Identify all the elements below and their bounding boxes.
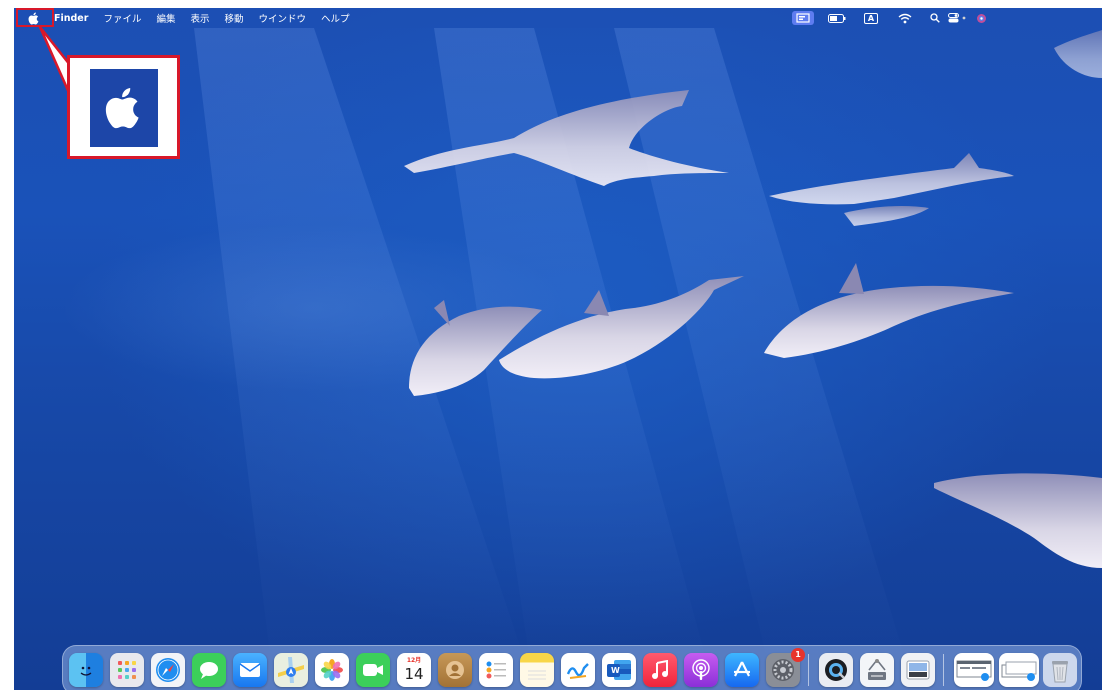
notes-icon[interactable]	[520, 653, 554, 687]
apple-logo-magnified-icon	[105, 88, 139, 129]
photos-icon[interactable]	[315, 653, 349, 687]
menu-help[interactable]: ヘルプ	[321, 11, 350, 25]
dock-divider	[943, 654, 944, 686]
screenshot-tool-icon[interactable]	[860, 653, 894, 687]
documents-stack-icon[interactable]	[999, 653, 1039, 687]
calendar-month: 12月	[406, 657, 422, 664]
word-icon[interactable]: W	[602, 653, 636, 687]
word-label: W	[611, 666, 620, 675]
launchpad-icon[interactable]	[110, 653, 144, 687]
freeform-icon[interactable]	[561, 653, 595, 687]
contacts-icon[interactable]	[438, 653, 472, 687]
callout-magnified-apple	[90, 69, 158, 147]
app-store-icon[interactable]	[725, 653, 759, 687]
menu-file[interactable]: ファイル	[103, 11, 141, 25]
apple-menu-callout	[67, 55, 180, 159]
mail-icon[interactable]	[233, 653, 267, 687]
menu-window[interactable]: ウインドウ	[259, 11, 307, 25]
podcasts-icon[interactable]	[684, 653, 718, 687]
finder-icon[interactable]	[69, 653, 103, 687]
wifi-icon[interactable]	[894, 11, 916, 25]
menu-view[interactable]: 表示	[190, 11, 209, 25]
dock: 12月 14 W 1	[62, 645, 1082, 690]
facetime-icon[interactable]	[356, 653, 390, 687]
menu-go[interactable]: 移動	[224, 11, 243, 25]
menu-bar: Finder ファイル 編集 表示 移動 ウインドウ ヘルプ A	[14, 8, 1102, 28]
dock-divider	[808, 654, 809, 686]
calendar-icon[interactable]: 12月 14	[397, 653, 431, 687]
battery-icon[interactable]	[826, 11, 848, 25]
spotlight-search-icon[interactable]	[928, 11, 942, 25]
reminders-icon[interactable]	[479, 653, 513, 687]
quicktime-icon[interactable]	[819, 653, 853, 687]
preview-icon[interactable]	[901, 653, 935, 687]
siri-icon[interactable]	[974, 11, 988, 25]
status-area: A	[792, 10, 1000, 26]
input-method-label: A	[863, 12, 879, 24]
screen-mirroring-icon[interactable]	[792, 11, 814, 25]
calendar-day: 14	[404, 665, 424, 683]
control-center-icon[interactable]	[948, 11, 968, 25]
downloads-stack-icon[interactable]	[954, 653, 994, 687]
apple-menu-highlight	[16, 8, 54, 27]
input-method-icon[interactable]: A	[860, 11, 882, 25]
menu-edit[interactable]: 編集	[156, 11, 175, 25]
messages-icon[interactable]	[192, 653, 226, 687]
system-settings-icon[interactable]: 1	[766, 648, 805, 687]
trash-icon[interactable]	[1043, 653, 1077, 687]
settings-badge: 1	[791, 648, 805, 662]
menu-app-name[interactable]: Finder	[54, 13, 88, 24]
safari-icon[interactable]	[151, 653, 185, 687]
maps-icon[interactable]	[274, 653, 308, 687]
music-icon[interactable]	[643, 653, 677, 687]
